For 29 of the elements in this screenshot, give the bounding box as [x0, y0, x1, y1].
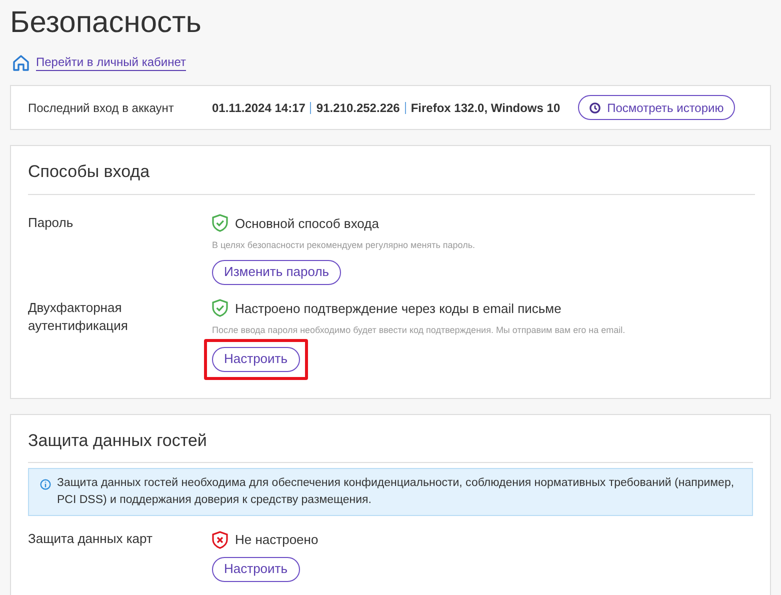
info-text: Защита данных гостей необходима для обеспечения конфиденциальности, соблюдения нормативных требований (например, PCI DSS) и поддержания доверия к средству размещения.	[57, 476, 736, 508]
login-info: 91.210.252.226	[316, 100, 400, 116]
history-button[interactable]: Посмотреть историю	[578, 95, 735, 120]
status-text: Настроено подтверждение через коды в email письме	[235, 300, 562, 318]
shield-check-icon	[212, 214, 228, 232]
setup-button[interactable]: Настроить	[212, 346, 300, 372]
row-label: Защита данных карт	[28, 530, 154, 548]
last-login-label: Последний вход в аккаунт	[28, 100, 175, 116]
home-icon	[12, 54, 30, 72]
status-text: Основной способ входа	[235, 214, 379, 233]
info-icon	[40, 479, 51, 490]
clock-icon	[589, 102, 602, 114]
login-info: Firefox 132.0, Windows 10	[410, 100, 560, 116]
cabinet-link[interactable]: Перейти в личный кабинет	[36, 55, 186, 71]
section-heading: Защита данных гостей	[28, 414, 753, 463]
setup-button[interactable]: Изменить пароль	[212, 260, 342, 284]
section-heading: Способы входа	[28, 146, 755, 194]
shield-check-icon	[212, 299, 228, 318]
hint-text: В целях безопасности рекомендуем регулярно менять пароль.	[212, 239, 476, 252]
login-info: 01.11.2024 14:17	[212, 100, 306, 116]
separator-bar	[404, 102, 406, 114]
setup-button[interactable]: Настроить	[212, 556, 300, 582]
row-label: Двухфакторная аутентификация	[28, 298, 129, 335]
status-text: Не настроено	[235, 531, 318, 549]
separator-bar	[310, 102, 312, 114]
shield-cross-icon	[212, 530, 228, 549]
hint-text: После ввода пароля необходимо будет ввести код подтверждения. Мы отправим вам его на email.	[212, 324, 626, 337]
row-label: Пароль	[28, 214, 74, 232]
page-title: Безопасность	[10, 5, 202, 41]
